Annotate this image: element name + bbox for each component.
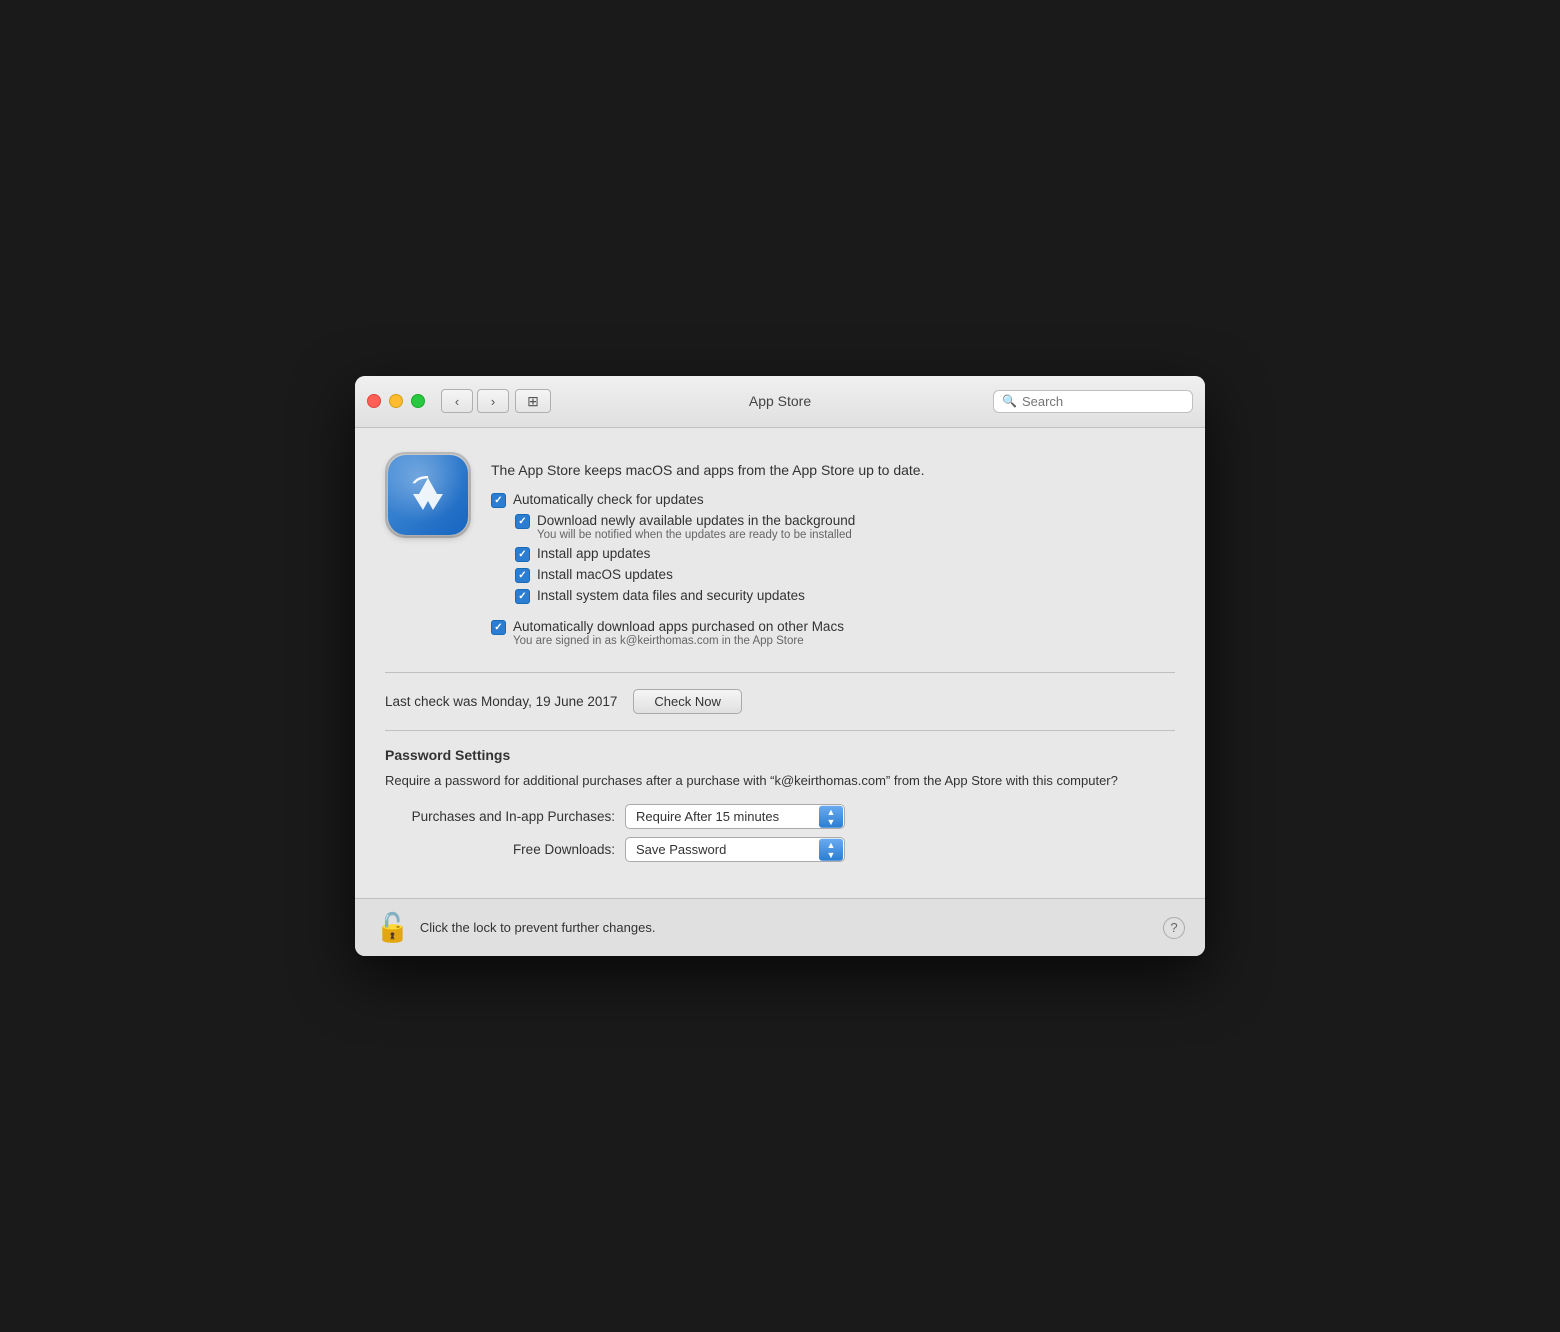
purchases-select-wrapper: Always Required Require After 15 minutes… (625, 804, 845, 829)
app-description: The App Store keeps macOS and apps from … (491, 452, 1175, 478)
lock-text: Click the lock to prevent further change… (420, 920, 1153, 935)
install-app-label: Install app updates (537, 546, 650, 561)
free-downloads-select-row: Free Downloads: Always Required Require … (385, 837, 1175, 862)
auto-check-checkbox[interactable] (491, 493, 506, 508)
search-input[interactable] (1022, 394, 1184, 409)
download-updates-row: Download newly available updates in the … (515, 513, 1175, 541)
auto-download-row: Automatically download apps purchased on… (491, 619, 1175, 647)
purchases-label: Purchases and In-app Purchases: (385, 809, 615, 824)
install-macos-label: Install macOS updates (537, 567, 673, 582)
password-settings-section: Password Settings Require a password for… (385, 747, 1175, 863)
forward-icon: › (491, 394, 495, 409)
check-now-button[interactable]: Check Now (633, 689, 741, 714)
help-button[interactable]: ? (1163, 917, 1185, 939)
back-button[interactable]: ‹ (441, 389, 473, 413)
install-macos-row: Install macOS updates (515, 567, 1175, 583)
download-updates-label: Download newly available updates in the … (537, 513, 855, 541)
last-check-label: Last check was Monday, 19 June 2017 (385, 694, 617, 709)
divider-2 (385, 730, 1175, 731)
forward-button[interactable]: › (477, 389, 509, 413)
nav-buttons: ‹ › (441, 389, 509, 413)
app-store-logo (405, 472, 451, 518)
checkboxes-section: The App Store keeps macOS and apps from … (491, 452, 1175, 652)
purchases-select[interactable]: Always Required Require After 15 minutes… (625, 804, 845, 829)
password-settings-description: Require a password for additional purcha… (385, 771, 1175, 791)
app-icon: ︠ (388, 455, 468, 535)
install-app-checkbox[interactable] (515, 547, 530, 562)
search-bar[interactable]: 🔍 (993, 390, 1193, 413)
check-now-row: Last check was Monday, 19 June 2017 Chec… (385, 689, 1175, 714)
install-macos-checkbox[interactable] (515, 568, 530, 583)
free-downloads-select[interactable]: Always Required Require After 15 minutes… (625, 837, 845, 862)
grid-view-button[interactable]: ⊞ (515, 389, 551, 413)
install-security-checkbox[interactable] (515, 589, 530, 604)
password-settings-title: Password Settings (385, 747, 1175, 763)
free-downloads-select-wrapper: Always Required Require After 15 minutes… (625, 837, 845, 862)
search-icon: 🔍 (1002, 394, 1017, 408)
install-security-row: Install system data files and security u… (515, 588, 1175, 604)
back-icon: ‹ (455, 394, 459, 409)
install-app-row: Install app updates (515, 546, 1175, 562)
titlebar: ‹ › ⊞ App Store 🔍 (355, 376, 1205, 428)
content-area: ︠ The App Store keeps macOS and apps fro… (355, 428, 1205, 899)
window-title: App Store (749, 393, 811, 409)
lock-icon[interactable]: 🔓 (375, 911, 410, 944)
close-button[interactable] (367, 394, 381, 408)
app-icon-container: ︠ (385, 452, 471, 538)
auto-check-label: Automatically check for updates (513, 492, 704, 507)
install-security-label: Install system data files and security u… (537, 588, 805, 603)
purchases-select-row: Purchases and In-app Purchases: Always R… (385, 804, 1175, 829)
divider-1 (385, 672, 1175, 673)
top-section: ︠ The App Store keeps macOS and apps fro… (385, 452, 1175, 652)
auto-download-checkbox[interactable] (491, 620, 506, 635)
maximize-button[interactable] (411, 394, 425, 408)
grid-icon: ⊞ (527, 393, 539, 410)
bottom-bar: 🔓 Click the lock to prevent further chan… (355, 898, 1205, 956)
auto-download-label: Automatically download apps purchased on… (513, 619, 844, 647)
minimize-button[interactable] (389, 394, 403, 408)
traffic-lights (367, 394, 425, 408)
free-downloads-label: Free Downloads: (385, 842, 615, 857)
system-preferences-window: ‹ › ⊞ App Store 🔍 ︠ (355, 376, 1205, 957)
auto-check-row: Automatically check for updates (491, 492, 1175, 508)
download-updates-checkbox[interactable] (515, 514, 530, 529)
